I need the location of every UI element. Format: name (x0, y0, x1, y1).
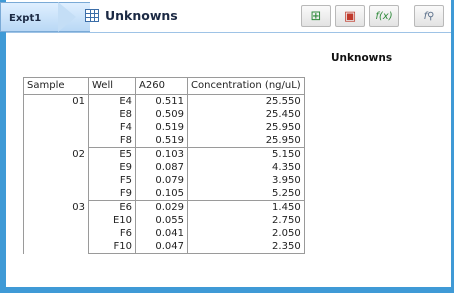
table-row: 02 E5 0.103 5.150 (23, 147, 305, 201)
a260-cell: 0.079 (135, 174, 188, 187)
a260-cell: 0.509 (135, 108, 188, 121)
well-cell: E9 (88, 161, 136, 174)
table-header-row: Sample Well A260 Concentration (ng/uL) (23, 77, 305, 95)
add-table-button[interactable]: ⊞ (301, 5, 331, 27)
concentration-cell: 3.950 (187, 174, 305, 187)
tab-arrow (58, 2, 76, 32)
well-cell: F10 (88, 240, 136, 254)
header-divider (6, 32, 451, 33)
well-cell: E4 (88, 94, 136, 108)
concentration-cell: 1.450 (187, 200, 305, 214)
concentration-cell: 25.450 (187, 108, 305, 121)
concentration-cell: 2.750 (187, 214, 305, 227)
well-cell: E6 (88, 200, 136, 214)
a260-cell: 0.519 (135, 121, 188, 134)
concentration-cell: 25.950 (187, 121, 305, 134)
column-header-a260[interactable]: A260 (135, 77, 188, 95)
a260-cell: 0.041 (135, 227, 188, 240)
well-cell: E8 (88, 108, 136, 121)
a260-cell: 0.047 (135, 240, 188, 254)
concentration-cell: 25.950 (187, 134, 305, 148)
well-cell: E5 (88, 147, 136, 161)
well-cell: F9 (88, 187, 136, 201)
sample-cell: 02 (23, 147, 89, 201)
concentration-cell: 5.250 (187, 187, 305, 201)
a260-cell: 0.511 (135, 94, 188, 108)
a260-cell: 0.087 (135, 161, 188, 174)
concentration-cell: 2.050 (187, 227, 305, 240)
concentration-cell: 4.350 (187, 161, 305, 174)
well-cell: F6 (88, 227, 136, 240)
sample-cell: 01 (23, 94, 89, 148)
table-icon (85, 9, 99, 22)
formula-search-button[interactable]: f⚲ (414, 5, 444, 27)
well-cell: F8 (88, 134, 136, 148)
table-row: 03 E6 0.029 1.450 (23, 200, 305, 254)
window-frame-bottom (0, 287, 454, 293)
column-header-sample[interactable]: Sample (23, 77, 89, 95)
report-options-icon: ▣ (343, 8, 357, 24)
page-title: Unknowns (105, 8, 178, 23)
well-cell: F5 (88, 174, 136, 187)
a260-cell: 0.105 (135, 187, 188, 201)
a260-cell: 0.103 (135, 147, 188, 161)
a260-cell: 0.519 (135, 134, 188, 148)
well-cell: F4 (88, 121, 136, 134)
report-options-button[interactable]: ▣ (335, 5, 365, 27)
add-formula-button[interactable]: f(x) (369, 5, 399, 27)
column-header-concentration[interactable]: Concentration (ng/uL) (187, 77, 305, 95)
concentration-cell: 2.350 (187, 240, 305, 254)
tab-expt1[interactable]: Expt1 (0, 2, 90, 32)
report-title: Unknowns (331, 52, 393, 64)
window-frame-left (0, 0, 6, 293)
table-row: 01 E4 0.511 25.550 (23, 94, 305, 148)
tab-label: Expt1 (9, 13, 42, 24)
well-cell: E10 (88, 214, 136, 227)
concentration-cell: 5.150 (187, 147, 305, 161)
a260-cell: 0.055 (135, 214, 188, 227)
a260-cell: 0.029 (135, 200, 188, 214)
unknowns-table: Sample Well A260 Concentration (ng/uL) 0… (23, 77, 305, 254)
add-formula-icon: f(x) (375, 10, 393, 22)
column-header-well[interactable]: Well (88, 77, 136, 95)
sample-cell: 03 (23, 200, 89, 254)
concentration-cell: 25.550 (187, 94, 305, 108)
add-table-icon: ⊞ (310, 8, 322, 24)
formula-search-icon: f⚲ (423, 10, 435, 22)
